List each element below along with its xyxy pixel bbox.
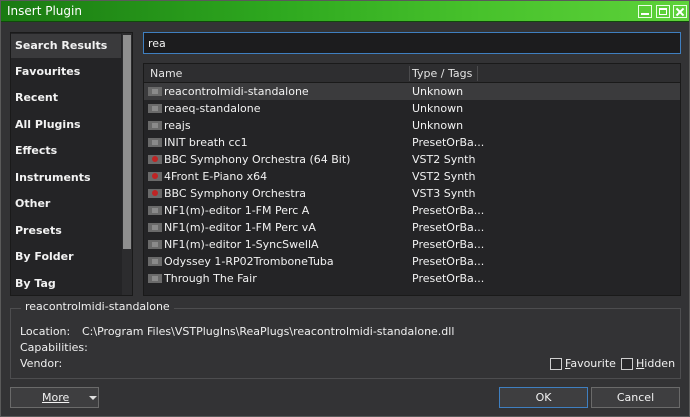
column-divider[interactable] [477,66,478,81]
title-bar[interactable]: Insert Plugin [1,1,689,22]
list-item[interactable]: INIT breath cc1 PresetOrBa... [144,134,680,151]
more-button-label: More [42,391,70,404]
vst-plugin-icon [148,155,162,164]
insert-plugin-dialog: Insert Plugin Search Results Favourites … [0,0,690,417]
list-item[interactable]: Through The Fair PresetOrBa... [144,270,680,287]
sidebar-item-by-folder[interactable]: By Folder [11,245,121,269]
favourite-label-rest: avourite [570,357,616,370]
minimize-icon[interactable] [638,5,652,18]
plugin-list: Name Type / Tags reacontrolmidi-standalo… [143,63,681,296]
list-item[interactable]: NF1(m)-editor 1-FM Perc vA PresetOrBa... [144,219,680,236]
list-header: Name Type / Tags [144,64,680,83]
sidebar-item-instruments[interactable]: Instruments [11,166,121,190]
favourite-checkbox-label[interactable]: Favourite [565,357,616,370]
window-title: Insert Plugin [7,4,82,18]
hidden-checkbox[interactable] [621,358,633,370]
vendor-label: Vendor: [20,357,63,370]
location-label: Location: [20,325,71,338]
sidebar-scrollbar[interactable] [122,33,132,295]
search-input[interactable] [143,32,681,54]
ok-button[interactable]: OK [499,387,588,408]
list-item[interactable]: BBC Symphony Orchestra VST3 Synth [144,185,680,202]
sidebar-scrollbar-thumb[interactable] [123,35,131,249]
list-item[interactable]: reaeq-standalone Unknown [144,100,680,117]
category-sidebar: Search Results Favourites Recent All Plu… [10,32,133,296]
plugin-icon [148,206,162,215]
column-header-name[interactable]: Name [150,64,408,83]
sidebar-item-search-results[interactable]: Search Results [11,34,121,58]
sidebar-item-presets[interactable]: Presets [11,219,121,243]
sidebar-item-other[interactable]: Other [11,192,121,216]
sidebar-item-all-plugins[interactable]: All Plugins [11,113,121,137]
vst-plugin-icon [148,172,162,181]
list-item[interactable]: NF1(m)-editor 1-SyncSwellA PresetOrBa... [144,236,680,253]
cancel-button[interactable]: Cancel [591,387,680,408]
plugin-icon [148,274,162,283]
chevron-down-icon [89,396,97,400]
list-item[interactable]: BBC Symphony Orchestra (64 Bit) VST2 Syn… [144,151,680,168]
plugin-icon [148,257,162,266]
list-item[interactable]: reajs Unknown [144,117,680,134]
column-header-type[interactable]: Type / Tags [412,64,482,83]
location-value: C:\Program Files\VSTPlugIns\ReaPlugs\rea… [82,325,455,338]
list-item[interactable]: reacontrolmidi-standalone Unknown [144,83,680,100]
plugin-icon [148,121,162,130]
maximize-icon[interactable] [656,5,670,18]
vst-plugin-icon [148,189,162,198]
list-item[interactable]: Odyssey 1-RP02TromboneTuba PresetOrBa... [144,253,680,270]
plugin-details-title: reacontrolmidi-standalone [21,300,174,313]
favourite-checkbox[interactable] [550,358,562,370]
close-icon[interactable] [673,5,687,18]
list-item[interactable]: NF1(m)-editor 1-FM Perc A PresetOrBa... [144,202,680,219]
sidebar-item-favourites[interactable]: Favourites [11,60,121,84]
hidden-checkbox-label[interactable]: Hidden [636,357,675,370]
column-divider[interactable] [409,66,410,81]
capabilities-label: Capabilities: [20,341,88,354]
sidebar-item-by-tag[interactable]: By Tag [11,272,121,296]
plugin-icon [148,223,162,232]
sidebar-item-effects[interactable]: Effects [11,139,121,163]
plugin-icon [148,87,162,96]
plugin-icon [148,138,162,147]
plugin-icon [148,104,162,113]
hidden-label-rest: idden [644,357,676,370]
plugin-icon [148,240,162,249]
more-button[interactable]: More [10,387,99,408]
list-item[interactable]: 4Front E-Piano x64 VST2 Synth [144,168,680,185]
sidebar-item-recent[interactable]: Recent [11,86,121,110]
